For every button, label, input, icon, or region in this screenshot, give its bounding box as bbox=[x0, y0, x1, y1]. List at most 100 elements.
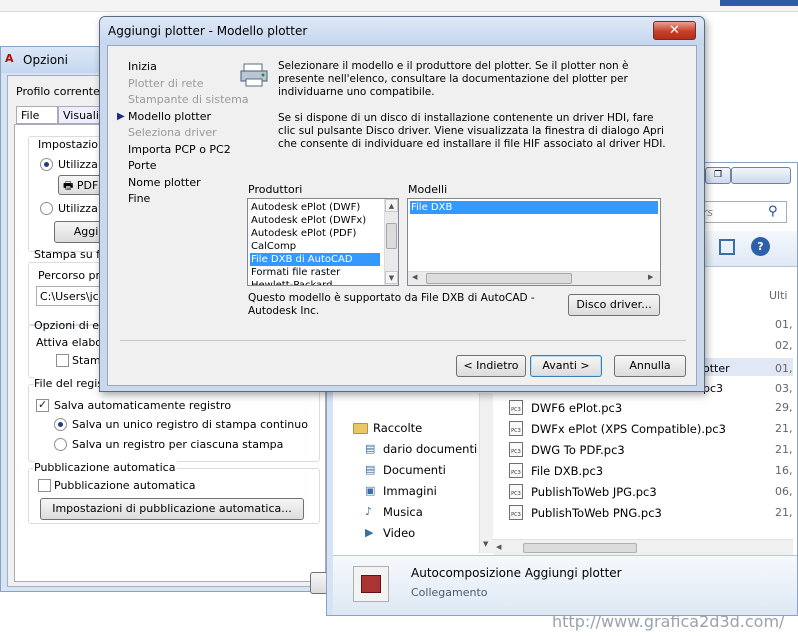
autopublish-checkbox-label: Pubblicazione automatica bbox=[54, 479, 196, 492]
file-row[interactable]: PC3 PublishToWeb JPG.pc3 06, bbox=[509, 484, 793, 502]
scroll-thumb[interactable] bbox=[426, 273, 572, 284]
next-button[interactable]: Avanti > bbox=[530, 355, 602, 377]
document-icon: ▤ bbox=[365, 463, 376, 476]
options-title: Opzioni bbox=[23, 53, 68, 67]
model-item[interactable]: File DXB bbox=[410, 201, 658, 214]
nav-item-label: dario documenti bbox=[383, 442, 478, 456]
scroll-down-icon[interactable]: ▼ bbox=[483, 540, 488, 548]
back-button[interactable]: < Indietro bbox=[456, 355, 526, 377]
manufacturer-item[interactable]: File DXB di AutoCAD bbox=[250, 253, 380, 266]
close-icon[interactable]: ✕ bbox=[653, 21, 696, 40]
wizard-step: Modello plotter bbox=[128, 109, 211, 123]
file-row[interactable]: PC3 DWF6 ePlot.pc3 29, bbox=[509, 400, 793, 418]
wizard-shortcut-icon bbox=[353, 566, 389, 602]
scroll-left-icon[interactable]: ◀ bbox=[412, 273, 417, 281]
file-date: 06, bbox=[775, 485, 793, 498]
manufacturer-item[interactable]: Autodesk ePlot (DWF) bbox=[250, 201, 380, 214]
autopublish-checkbox[interactable] bbox=[38, 479, 51, 492]
scroll-up-icon[interactable]: ▲ bbox=[385, 199, 398, 212]
file-hscrollbar[interactable]: ◀ bbox=[493, 539, 793, 555]
wizard-step: Stampante di sistema bbox=[128, 93, 249, 106]
help-icon[interactable]: ? bbox=[751, 237, 770, 256]
scroll-thumb[interactable] bbox=[386, 223, 397, 249]
add-plotter-dialog: Aggiungi plotter - Modello plotter ✕ Ini… bbox=[99, 16, 705, 392]
partial-file-name: pc3 bbox=[703, 382, 724, 395]
preview-pane-icon[interactable] bbox=[719, 239, 735, 255]
wizard-step: Inizia bbox=[128, 60, 157, 73]
file-row[interactable]: PC3 DWG To PDF.pc3 21, bbox=[509, 442, 793, 460]
wizard-step: Plotter di rete bbox=[128, 76, 204, 90]
explorer-caption-close[interactable] bbox=[731, 167, 791, 184]
image-icon: ▣ bbox=[365, 484, 376, 497]
file-name: DWFx ePlot (XPS Compatible).pc3 bbox=[531, 422, 726, 436]
print-checkbox[interactable] bbox=[56, 354, 69, 367]
auto-save-log-label: Salva automaticamente registro bbox=[54, 399, 232, 412]
autocad-logo-icon: A bbox=[5, 52, 14, 65]
video-icon: ▶ bbox=[365, 526, 374, 539]
nav-item-label: Documenti bbox=[383, 463, 446, 477]
restore-icon[interactable]: ❐ bbox=[705, 167, 731, 184]
nav-scrollbar[interactable]: ▼ bbox=[479, 393, 493, 553]
intro-text: Selezionare il modello e il produttore d… bbox=[278, 60, 629, 98]
file-date: 21, bbox=[775, 422, 793, 435]
file-date: 29, bbox=[775, 401, 793, 414]
log-per-print-label: Salva un registro per ciascuna stampa bbox=[72, 438, 284, 451]
auto-save-log-checkbox[interactable] bbox=[36, 398, 49, 412]
manufacturer-item[interactable]: Autodesk ePlot (DWFx) bbox=[250, 214, 380, 227]
manufacturers-scrollbar[interactable]: ▲ ▼ bbox=[384, 199, 398, 285]
log-per-print-radio[interactable] bbox=[54, 438, 67, 451]
pc3-file-icon: PC3 bbox=[509, 421, 523, 436]
manufacturer-item[interactable]: Hewlett-Packard bbox=[250, 279, 380, 285]
use-printer-radio[interactable] bbox=[40, 158, 53, 171]
details-pane: Autocomposizione Aggiungi plotter Colleg… bbox=[333, 555, 797, 615]
file-row[interactable]: PC3 File DXB.pc3 16, bbox=[509, 463, 793, 481]
file-row[interactable]: PC3 PublishToWeb PNG.pc3 21, bbox=[509, 505, 793, 523]
file-name: DWF6 ePlot.pc3 bbox=[531, 401, 623, 415]
file-date: 16, bbox=[775, 464, 793, 477]
cancel-button[interactable]: Annulla bbox=[614, 355, 686, 377]
scroll-down-icon[interactable]: ▼ bbox=[385, 271, 398, 284]
log-continuous-radio[interactable] bbox=[54, 418, 67, 431]
manufacturer-item[interactable]: Formati file raster bbox=[250, 266, 380, 279]
tab-file[interactable]: File bbox=[16, 106, 58, 124]
wizard-step: Nome plotter bbox=[128, 175, 201, 189]
autopublish-settings-button[interactable]: Impostazioni di pubblicazione automatica… bbox=[40, 498, 304, 520]
driver-disk-text: Se si dispone di un disco di installazio… bbox=[278, 112, 666, 150]
driver-disk-button[interactable]: Disco driver... bbox=[568, 294, 660, 316]
file-row[interactable]: PC3 DWFx ePlot (XPS Compatible).pc3 21, bbox=[509, 421, 793, 439]
file-name: PublishToWeb PNG.pc3 bbox=[531, 506, 662, 520]
date-column-header: Ulti bbox=[769, 289, 788, 302]
pc3-file-icon: PC3 bbox=[509, 484, 523, 499]
navigation-pane: Raccolte ▤ dario documenti ▤ Documenti ▣ Immag… bbox=[353, 421, 493, 547]
wizard-step: Fine bbox=[128, 192, 151, 205]
file-name: DWG To PDF.pc3 bbox=[531, 443, 625, 457]
file-date: 21, bbox=[775, 506, 793, 519]
background-window-strip bbox=[0, 0, 798, 12]
manufacturer-item[interactable]: Autodesk ePlot (PDF) bbox=[250, 227, 380, 240]
plotter-icon bbox=[240, 62, 270, 88]
nav-item-label: Video bbox=[383, 526, 416, 540]
music-icon: ♪ bbox=[365, 505, 373, 518]
pc3-file-icon: PC3 bbox=[509, 505, 523, 520]
file-date: 21, bbox=[775, 443, 793, 456]
scroll-left-icon[interactable]: ◀ bbox=[496, 543, 501, 551]
file-date: 02, bbox=[775, 339, 793, 352]
models-hscrollbar[interactable]: ◀ ▶ bbox=[408, 271, 660, 285]
file-date: 01, bbox=[775, 362, 793, 375]
wizard-step: Importa PCP o PC2 bbox=[128, 142, 231, 156]
dialog-title: Aggiungi plotter - Modello plotter bbox=[108, 24, 308, 38]
scroll-thumb[interactable] bbox=[523, 543, 637, 553]
document-icon: ▤ bbox=[365, 442, 376, 455]
manufacturer-item[interactable]: CalComp bbox=[250, 240, 380, 253]
use-other-radio[interactable] bbox=[40, 202, 53, 215]
scroll-right-icon[interactable]: ▶ bbox=[648, 273, 653, 281]
manufacturers-list[interactable]: Autodesk ePlot (DWF) Autodesk ePlot (DWFx… bbox=[247, 198, 399, 286]
pc3-file-icon: PC3 bbox=[509, 400, 523, 415]
details-type: Collegamento bbox=[411, 586, 488, 599]
models-list[interactable]: File DXB ◀ ▶ bbox=[407, 198, 661, 286]
support-note: Questo modello è supportato da File DXB … bbox=[248, 292, 535, 317]
separator bbox=[120, 340, 686, 341]
models-label: Modelli bbox=[408, 183, 448, 196]
group-autopublish-label: Pubblicazione automatica bbox=[34, 461, 178, 474]
watermark: http://www.grafica2d3d.com/ bbox=[552, 612, 785, 631]
